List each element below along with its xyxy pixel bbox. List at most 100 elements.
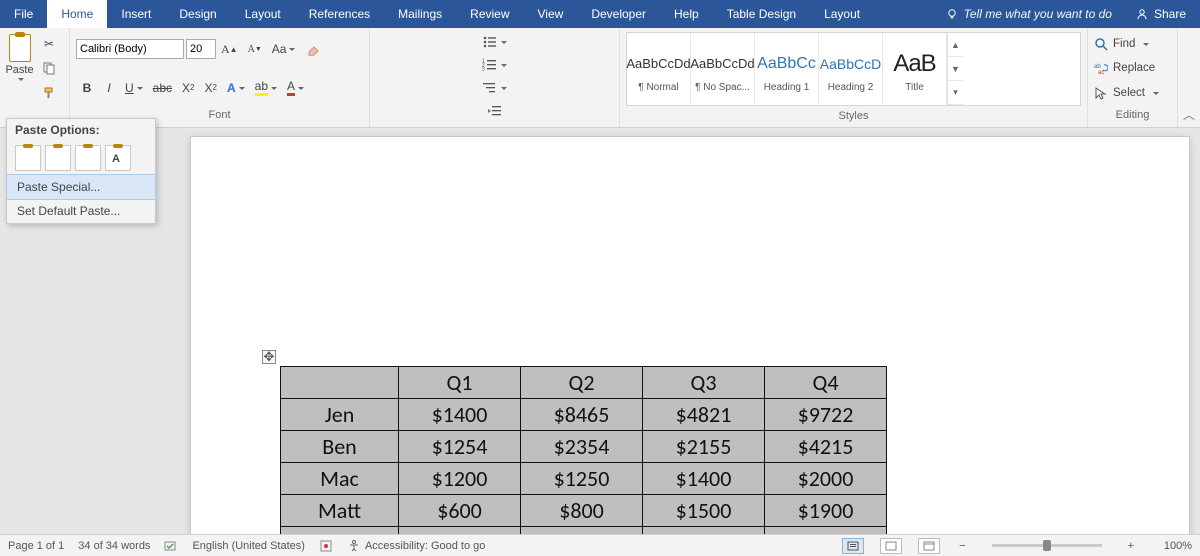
font-color-button[interactable]: A (283, 77, 308, 99)
table-cell[interactable]: $2000 (765, 463, 887, 495)
zoom-out-button[interactable]: − (955, 540, 969, 552)
menu-tab-help[interactable]: Help (660, 0, 713, 28)
table-cell[interactable]: $2354 (521, 431, 643, 463)
table-cell[interactable]: $8465 (521, 399, 643, 431)
font-size-combo[interactable] (186, 39, 216, 59)
shrink-font-button[interactable]: A▼ (244, 38, 266, 60)
menu-tab-mailings[interactable]: Mailings (384, 0, 456, 28)
table-cell[interactable]: $9722 (765, 399, 887, 431)
menu-tab-view[interactable]: View (524, 0, 578, 28)
table-cell[interactable]: $2149 (765, 527, 887, 535)
table-cell[interactable]: Jen (281, 399, 399, 431)
copy-button[interactable] (36, 57, 62, 79)
table-cell[interactable]: $4821 (643, 399, 765, 431)
table-move-handle[interactable]: ✥ (262, 350, 276, 364)
italic-button[interactable]: I (99, 77, 119, 99)
paste-special-item[interactable]: Paste Special... (6, 174, 156, 200)
subscript-button[interactable]: X2 (178, 77, 198, 99)
bold-button[interactable]: B (77, 77, 97, 99)
table-cell[interactable]: $1254 (399, 431, 521, 463)
table-header-cell[interactable] (281, 367, 399, 399)
replace-button[interactable]: abac Replace (1094, 57, 1171, 79)
text-effects-button[interactable]: A (223, 77, 249, 99)
macro-icon[interactable] (319, 539, 333, 553)
menu-tab-table-design[interactable]: Table Design (713, 0, 810, 28)
table-header-cell[interactable]: Q2 (521, 367, 643, 399)
accessibility-status[interactable]: Accessibility: Good to go (347, 539, 485, 553)
menu-tab-review[interactable]: Review (456, 0, 523, 28)
highlight-button[interactable]: ab (251, 77, 281, 99)
gallery-more[interactable]: ▾ (948, 81, 963, 105)
gallery-up[interactable]: ▲ (948, 33, 963, 57)
font-name-combo[interactable] (76, 39, 184, 59)
style--normal[interactable]: AaBbCcDd¶ Normal (627, 33, 691, 105)
style-heading-1[interactable]: AaBbCcHeading 1 (755, 33, 819, 105)
menu-tab-design[interactable]: Design (165, 0, 230, 28)
table-header-cell[interactable]: Q4 (765, 367, 887, 399)
zoom-level[interactable]: 100% (1152, 540, 1192, 552)
table-header-cell[interactable]: Q3 (643, 367, 765, 399)
table-cell[interactable]: $1400 (399, 399, 521, 431)
set-default-paste-item[interactable]: Set Default Paste... (7, 199, 155, 223)
table-cell[interactable]: $1658 (643, 527, 765, 535)
menu-tab-layout[interactable]: Layout (810, 0, 874, 28)
table-cell[interactable]: $1900 (765, 495, 887, 527)
menu-tab-file[interactable]: File (0, 0, 47, 28)
share-button[interactable]: Share (1122, 0, 1200, 28)
table-cell[interactable]: $1400 (643, 463, 765, 495)
table-cell[interactable]: Mac (281, 463, 399, 495)
table-cell[interactable]: Ben (281, 431, 399, 463)
web-layout-view-button[interactable] (918, 538, 940, 554)
paste-picture-icon[interactable] (75, 145, 101, 171)
zoom-slider-thumb[interactable] (1043, 540, 1051, 551)
menu-tab-developer[interactable]: Developer (577, 0, 660, 28)
underline-button[interactable]: U (121, 77, 147, 99)
language-status[interactable]: English (United States) (192, 540, 305, 552)
paste-merge-icon[interactable] (45, 145, 71, 171)
table-cell[interactable]: $600 (399, 495, 521, 527)
tell-me[interactable]: Tell me what you want to do (936, 0, 1122, 28)
format-painter-button[interactable] (36, 82, 62, 104)
multilevel-button[interactable] (377, 77, 612, 99)
paste-text-only-icon[interactable]: A (105, 145, 131, 171)
read-mode-view-button[interactable] (880, 538, 902, 554)
select-button[interactable]: Select (1094, 82, 1171, 104)
table-header-cell[interactable]: Q1 (399, 367, 521, 399)
gallery-down[interactable]: ▼ (948, 57, 963, 81)
change-case-button[interactable]: Aa (268, 38, 300, 60)
table-cell[interactable]: $2155 (643, 431, 765, 463)
data-table[interactable]: Q1Q2Q3Q4Jen$1400$8465$4821$9722Ben$1254$… (280, 366, 887, 534)
decrease-indent-button[interactable] (377, 100, 612, 122)
superscript-button[interactable]: X2 (201, 77, 221, 99)
table-cell[interactable]: Alice (281, 527, 399, 535)
clear-format-button[interactable] (301, 38, 325, 60)
table-cell[interactable]: $1200 (399, 463, 521, 495)
page-number-status[interactable]: Page 1 of 1 (8, 540, 64, 552)
menu-tab-references[interactable]: References (295, 0, 384, 28)
menu-tab-layout[interactable]: Layout (231, 0, 295, 28)
zoom-slider[interactable] (992, 544, 1102, 547)
paste-button[interactable]: Paste (7, 31, 32, 106)
strike-button[interactable]: abc (149, 77, 176, 99)
table-cell[interactable]: $1246 (521, 527, 643, 535)
table-cell[interactable]: $4215 (765, 431, 887, 463)
paste-keep-source-icon[interactable] (15, 145, 41, 171)
style-heading-2[interactable]: AaBbCcDHeading 2 (819, 33, 883, 105)
grow-font-button[interactable]: A▲ (217, 38, 242, 60)
collapse-ribbon-button[interactable]: ︿ (1178, 28, 1200, 127)
styles-gallery[interactable]: AaBbCcDd¶ NormalAaBbCcDd¶ No Spac...AaBb… (626, 32, 1081, 106)
find-button[interactable]: Find (1094, 33, 1171, 55)
style-title[interactable]: AaBTitle (883, 33, 947, 105)
print-layout-view-button[interactable] (842, 538, 864, 554)
numbering-button[interactable]: 123 (377, 54, 612, 76)
cut-button[interactable]: ✂ (36, 33, 62, 55)
menu-tab-home[interactable]: Home (47, 0, 107, 28)
bullets-button[interactable] (377, 31, 612, 53)
table-cell[interactable]: $1500 (643, 495, 765, 527)
style--no-spac-[interactable]: AaBbCcDd¶ No Spac... (691, 33, 755, 105)
zoom-in-button[interactable]: + (1124, 540, 1138, 552)
document-area[interactable]: ✥ Q1Q2Q3Q4Jen$1400$8465$4821$9722Ben$125… (0, 128, 1200, 534)
spellcheck-icon[interactable] (164, 539, 178, 553)
table-cell[interactable]: $800 (521, 495, 643, 527)
word-count-status[interactable]: 34 of 34 words (78, 540, 150, 552)
